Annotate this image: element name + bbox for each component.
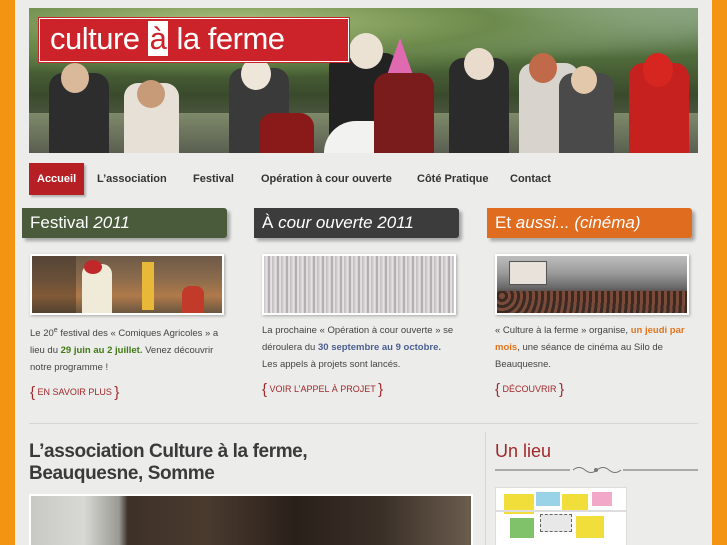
column-divider [485, 432, 486, 545]
festival-text: Le 20e festival des « Comiques Agricoles… [30, 327, 219, 374]
festival-heading[interactable]: Festival 2011 [22, 208, 227, 238]
cinema-text: « Culture à la ferme » organise, un jeud… [495, 325, 685, 370]
page: culture à la ferme Accueil L’association… [15, 0, 712, 545]
cinema-heading[interactable]: Et aussi... (cinéma) [487, 208, 692, 238]
cour-ouverte-thumbnail[interactable] [262, 254, 456, 315]
nav-item-accueil[interactable]: Accueil [29, 163, 85, 195]
association-photo [29, 494, 473, 545]
cinema-thumbnail[interactable] [495, 254, 689, 315]
festival-thumbnail[interactable] [30, 254, 224, 315]
cour-ouverte-block: À cour ouverte 2011 La prochaine « Opéra… [254, 208, 459, 398]
festival-more-link[interactable]: { EN SAVOIR PLUS } [30, 384, 119, 401]
ornament-divider [495, 467, 698, 473]
logo-word-a: à [147, 21, 169, 56]
festival-title-year: 2011 [93, 213, 130, 232]
cour-ouverte-dates: 30 septembre au 9 octobre. [317, 342, 442, 353]
festival-block: Festival 2011 Le 20e festival des « Comi… [22, 208, 227, 401]
header-banner: culture à la ferme [29, 8, 698, 153]
nav-item-association[interactable]: L’association [97, 163, 167, 195]
logo-word-culture: culture [50, 21, 140, 56]
festival-title-plain: Festival [30, 213, 94, 232]
cinema-block: Et aussi... (cinéma) « Culture à la ferm… [487, 208, 692, 398]
cinema-title-plain: Et [495, 213, 516, 232]
nav-item-operation[interactable]: Opération à cour ouverte [261, 163, 392, 195]
nav-item-festival[interactable]: Festival [193, 163, 234, 195]
site-logo[interactable]: culture à la ferme [39, 18, 349, 62]
section-divider [29, 423, 698, 424]
cour-ouverte-heading[interactable]: À cour ouverte 2011 [254, 208, 459, 238]
cour-ouverte-link[interactable]: { VOIR L’APPEL À PROJET } [262, 381, 383, 398]
cour-ouverte-text: La prochaine « Opération à cour ouverte … [262, 325, 454, 370]
cour-title-italic: cour ouverte 2011 [278, 213, 414, 232]
association-title: L’association Culture à la ferme, Beauqu… [29, 441, 308, 484]
festival-dates: 29 juin au 2 juillet. [60, 345, 143, 357]
nav-item-contact[interactable]: Contact [510, 163, 551, 195]
nav-item-cote-pratique[interactable]: Côté Pratique [417, 163, 489, 195]
location-map[interactable] [495, 487, 627, 545]
cour-title-plain: À [262, 213, 279, 232]
cinema-discover-link[interactable]: { DÉCOUVRIR } [495, 381, 564, 398]
logo-word-la-ferme: la ferme [176, 21, 285, 56]
cinema-title-italic: aussi... (cinéma) [515, 213, 641, 232]
sidebar-title: Un lieu [495, 441, 552, 461]
